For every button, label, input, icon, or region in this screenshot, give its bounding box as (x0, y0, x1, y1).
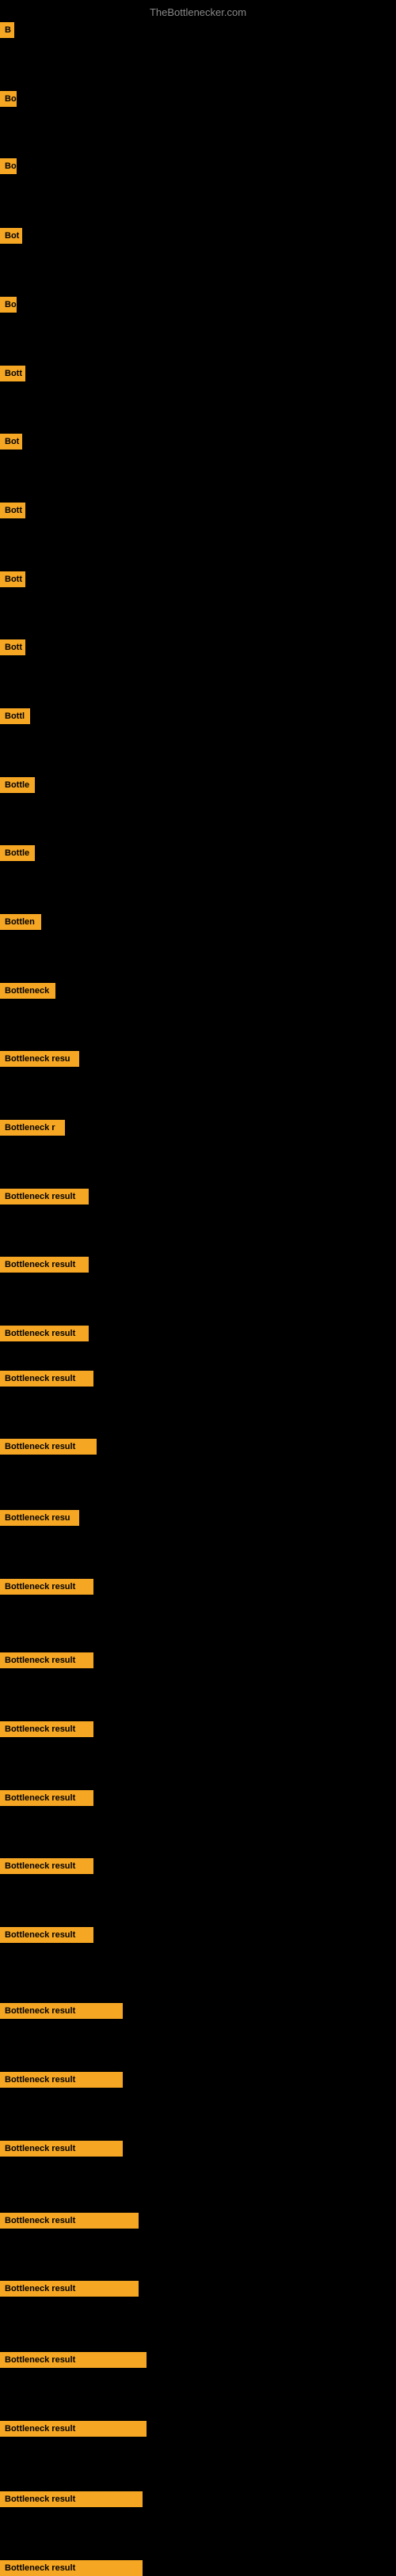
bar-label: Bottleneck result (0, 1721, 93, 1737)
bar-item: Bottleneck r (0, 1120, 65, 1136)
bar-label: Bot (0, 434, 22, 450)
bar-item: Bottleneck result (0, 2421, 147, 2437)
bar-item: Bottleneck result (0, 1652, 93, 1668)
bar-item: Bottleneck resu (0, 1051, 79, 1067)
bar-item: Bott (0, 503, 25, 518)
bar-label: Bottleneck result (0, 1371, 93, 1387)
bar-label: Bottleneck (0, 983, 55, 999)
bar-item: Bottlen (0, 914, 41, 930)
bar-item: Bottleneck result (0, 1927, 93, 1943)
bar-label: Bottleneck result (0, 1927, 93, 1943)
bar-label: Bottleneck result (0, 2421, 147, 2437)
bar-label: Bottle (0, 777, 35, 793)
bar-label: Bottleneck result (0, 1652, 93, 1668)
bar-item: Bottleneck result (0, 2352, 147, 2368)
bar-label: Bottleneck result (0, 1439, 97, 1455)
bar-item: Bottleneck result (0, 2141, 123, 2157)
bar-label: Bottleneck result (0, 1326, 89, 1341)
bar-item: Bottleneck result (0, 1790, 93, 1806)
bar-item: Bot (0, 228, 22, 244)
bar-label: Bottleneck result (0, 1790, 93, 1806)
bar-label: Bottleneck result (0, 2141, 123, 2157)
bar-label: Bottleneck result (0, 2491, 143, 2507)
bar-label: Bottlen (0, 914, 41, 930)
bar-item: Bottleneck result (0, 1579, 93, 1595)
bar-item: Bottleneck result (0, 2560, 143, 2576)
bar-item: Bottleneck result (0, 1439, 97, 1455)
bar-label: Bott (0, 366, 25, 381)
bar-item: Bottleneck result (0, 1326, 89, 1341)
bar-label: Bottleneck result (0, 2352, 147, 2368)
bar-label: Bott (0, 639, 25, 655)
bar-item: Bo (0, 158, 17, 174)
bar-label: Bottleneck result (0, 2003, 123, 2019)
bar-item: Bottleneck (0, 983, 55, 999)
bar-label: Bottl (0, 708, 30, 724)
bar-item: Bottleneck result (0, 2213, 139, 2229)
bar-label: Bottleneck result (0, 2281, 139, 2297)
bar-label: Bottleneck r (0, 1120, 65, 1136)
bar-label: Bottleneck resu (0, 1510, 79, 1526)
site-title: TheBottlenecker.com (0, 0, 396, 21)
bar-label: Bottleneck result (0, 1858, 93, 1874)
bar-label: Bo (0, 297, 17, 313)
bar-label: Bottleneck result (0, 2560, 143, 2576)
bar-item: Bottleneck result (0, 2281, 139, 2297)
bar-item: Bottleneck result (0, 1371, 93, 1387)
bar-item: Bottleneck result (0, 2491, 143, 2507)
bar-label: B (0, 22, 14, 38)
bar-label: Bottleneck resu (0, 1051, 79, 1067)
bar-label: Bottle (0, 845, 35, 861)
bar-item: Bo (0, 91, 17, 107)
bar-label: Bottleneck result (0, 1257, 89, 1273)
bar-item: Bottl (0, 708, 30, 724)
bar-item: Bo (0, 297, 17, 313)
bar-item: B (0, 22, 14, 38)
bar-item: Bottleneck result (0, 2072, 123, 2088)
bar-item: Bott (0, 639, 25, 655)
bar-label: Bo (0, 158, 17, 174)
bar-label: Bo (0, 91, 17, 107)
bar-item: Bottle (0, 845, 35, 861)
bar-label: Bottleneck result (0, 2072, 123, 2088)
bar-label: Bott (0, 571, 25, 587)
bar-item: Bottleneck result (0, 2003, 123, 2019)
bar-item: Bott (0, 571, 25, 587)
bar-label: Bott (0, 503, 25, 518)
bar-item: Bottleneck result (0, 1189, 89, 1205)
bar-item: Bottleneck result (0, 1858, 93, 1874)
bar-label: Bottleneck result (0, 1189, 89, 1205)
bar-item: Bott (0, 366, 25, 381)
bar-item: Bottleneck result (0, 1257, 89, 1273)
bar-label: Bottleneck result (0, 1579, 93, 1595)
bar-item: Bot (0, 434, 22, 450)
bar-item: Bottleneck resu (0, 1510, 79, 1526)
bar-label: Bot (0, 228, 22, 244)
bar-label: Bottleneck result (0, 2213, 139, 2229)
bar-item: Bottle (0, 777, 35, 793)
bar-item: Bottleneck result (0, 1721, 93, 1737)
